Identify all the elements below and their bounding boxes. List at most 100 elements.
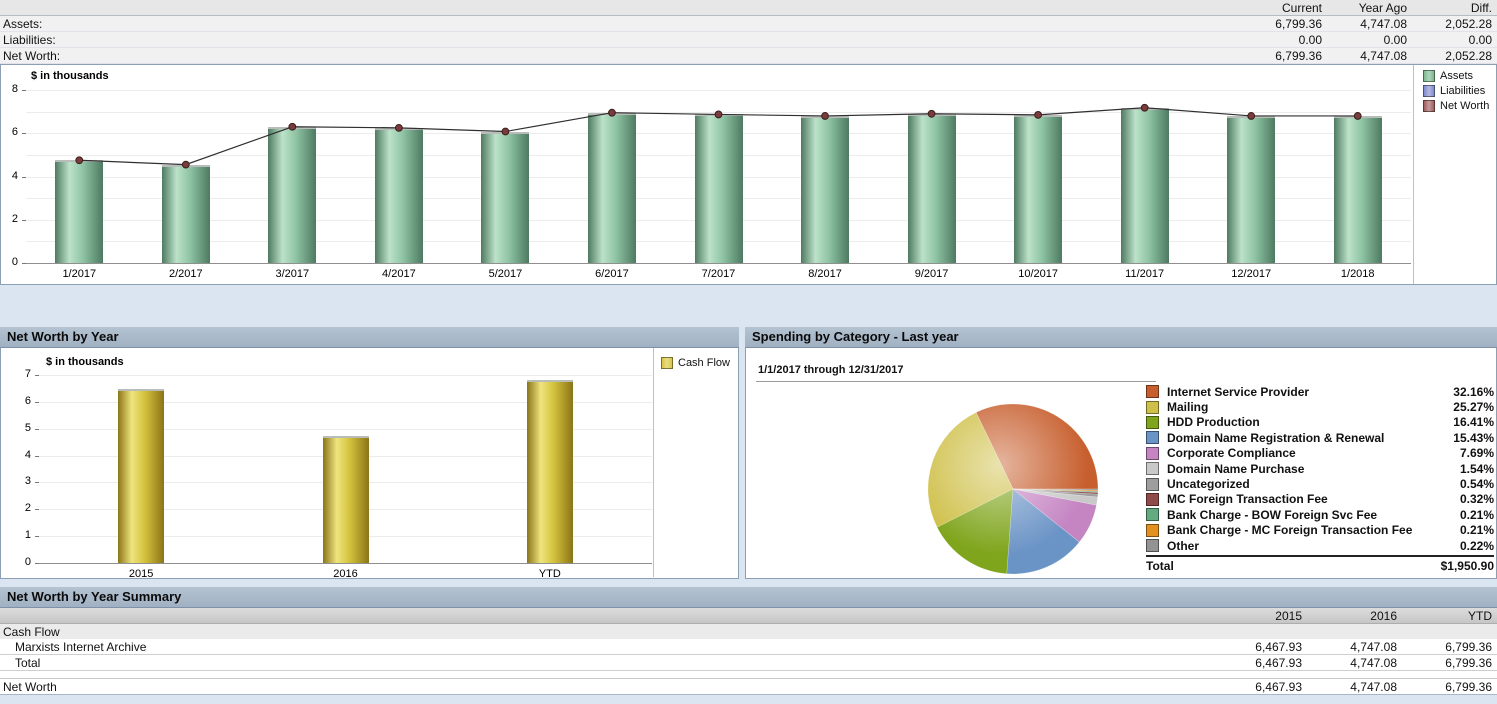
x-axis-label: YTD (448, 568, 652, 580)
spending-by-category-title: Spending by Category - Last year (752, 329, 959, 344)
net-worth-2015: 6,467.93 (1207, 680, 1302, 694)
bar-assets-10/2017[interactable] (1014, 115, 1062, 263)
y-axis-tick-label: 2 (1, 213, 18, 225)
bar-assets-11/2017[interactable] (1121, 108, 1169, 263)
bar-assets-8/2017[interactable] (801, 116, 849, 263)
bar-assets-12/2017[interactable] (1227, 116, 1275, 263)
assets-year-ago: 4,747.08 (1322, 17, 1407, 31)
category-swatch-icon (1146, 431, 1159, 444)
account-label[interactable]: Marxists Internet Archive (0, 640, 1207, 654)
net-worth-ytd: 6,799.36 (1397, 680, 1492, 694)
net-worth-summary-table: Current Year Ago Diff. Assets: 6,799.36 … (0, 0, 1497, 64)
y-axis-tick-label: 4 (1, 449, 31, 461)
legend-item-net-worth: Net Worth (1423, 99, 1489, 113)
x-axis-label: 3/2017 (239, 268, 346, 280)
bar-assets-6/2017[interactable] (588, 113, 636, 263)
summary-section-header: Net Worth by Year Summary (0, 587, 1497, 608)
assets-row: Assets: 6,799.36 4,747.08 2,052.28 (0, 16, 1497, 32)
legend-item-liabilities: Liabilities (1423, 84, 1489, 98)
assets-label: Assets: (0, 17, 1237, 31)
total-ytd: 6,799.36 (1397, 656, 1492, 670)
cash-flow-group-label: Cash Flow (0, 625, 1207, 639)
date-range-label: 1/1/2017 through 12/31/2017 (758, 364, 904, 376)
x-axis (26, 263, 1411, 264)
column-header-current: Current (1237, 1, 1322, 15)
total-label: Total (0, 656, 1207, 670)
net-worth-current: 6,799.36 (1237, 49, 1322, 63)
pie-total-label: Total (1146, 559, 1414, 573)
net-worth-2016: 4,747.08 (1302, 680, 1397, 694)
net-worth-row: Net Worth: 6,799.36 4,747.08 2,052.28 (0, 48, 1497, 64)
x-axis-label: 4/2017 (346, 268, 453, 280)
summary-column-header-row: 2015 2016 YTD (0, 608, 1497, 624)
category-label: Bank Charge - MC Foreign Transaction Fee (1167, 523, 1436, 537)
category-percentage: 25.27% (1436, 400, 1494, 414)
bar-assets-3/2017[interactable] (268, 127, 316, 263)
pie-legend: Internet Service Provider32.16%Mailing25… (1146, 384, 1494, 573)
account-row-marxists-internet-archive[interactable]: Marxists Internet Archive 6,467.93 4,747… (0, 639, 1497, 655)
y-axis-tick (35, 402, 39, 403)
bar-assets-2/2017[interactable] (162, 165, 210, 263)
category-percentage: 1.54% (1436, 462, 1494, 476)
y-axis-tick-label: 6 (1, 126, 18, 138)
pie-legend-item-mc-foreign-transaction-fee: MC Foreign Transaction Fee0.32% (1146, 492, 1494, 507)
assets-current: 6,799.36 (1237, 17, 1322, 31)
net-worth-label: Net Worth: (0, 49, 1237, 63)
category-swatch-icon (1146, 493, 1159, 506)
x-axis-label: 6/2017 (559, 268, 666, 280)
date-range-rule (756, 381, 1156, 382)
category-label: Mailing (1167, 400, 1436, 414)
bar-assets-7/2017[interactable] (695, 114, 743, 263)
y-axis-tick-label: 1 (1, 529, 31, 541)
column-header-year-ago: Year Ago (1322, 1, 1407, 15)
x-axis-label: 10/2017 (985, 268, 1092, 280)
category-label: Bank Charge - BOW Foreign Svc Fee (1167, 508, 1436, 522)
y-axis-tick-label: 8 (1, 83, 18, 95)
bar-assets-5/2017[interactable] (481, 132, 529, 263)
bar-assets-1/2018[interactable] (1334, 116, 1382, 263)
spacer (0, 671, 1497, 678)
bar-assets-4/2017[interactable] (375, 128, 423, 263)
yearly-chart-legend: Cash Flow (661, 356, 730, 371)
net-worth-by-year-summary-panel: Net Worth by Year Summary 2015 2016 YTD … (0, 587, 1497, 695)
y-axis-tick-label: 3 (1, 475, 31, 487)
gridline (26, 90, 1411, 91)
category-percentage: 0.21% (1436, 508, 1494, 522)
monthly-bar-chart: 024681/20172/20173/20174/20175/20176/201… (1, 65, 1497, 284)
account-2015: 6,467.93 (1207, 640, 1302, 654)
category-percentage: 32.16% (1436, 385, 1494, 399)
category-swatch-icon (1146, 478, 1159, 491)
pie-legend-item-uncategorized: Uncategorized0.54% (1146, 476, 1494, 491)
category-percentage: 16.41% (1436, 415, 1494, 429)
category-swatch-icon (1146, 447, 1159, 460)
bar-assets-9/2017[interactable] (908, 114, 956, 263)
y-axis-tick (35, 429, 39, 430)
bar-assets-1/2017[interactable] (55, 160, 103, 263)
yearly-bar-chart: 0123456720152016YTD (1, 348, 738, 577)
spending-by-category-header: Spending by Category - Last year (745, 327, 1497, 348)
y-axis-tick (22, 90, 26, 91)
category-percentage: 7.69% (1436, 446, 1494, 460)
total-2016: 4,747.08 (1302, 656, 1397, 670)
gridline (26, 112, 1411, 113)
category-swatch-icon (1146, 539, 1159, 552)
net-worth-summary-label: Net Worth (0, 680, 1207, 694)
bar-cash-flow-2016[interactable] (323, 436, 369, 563)
column-header-2016: 2016 (1302, 609, 1397, 623)
category-swatch-icon (1146, 401, 1159, 414)
liabilities-current: 0.00 (1237, 33, 1322, 47)
y-axis-tick (35, 375, 39, 376)
category-label: Domain Name Registration & Renewal (1167, 431, 1436, 445)
bar-cash-flow-2015[interactable] (118, 389, 164, 563)
summary-header-row: Current Year Ago Diff. (0, 0, 1497, 16)
y-axis-tick (35, 482, 39, 483)
assets-swatch-icon (1423, 70, 1435, 82)
pie-legend-item-bank-charge-mc-foreign-transaction-fee: Bank Charge - MC Foreign Transaction Fee… (1146, 523, 1494, 538)
category-label: Domain Name Purchase (1167, 462, 1436, 476)
bar-cash-flow-YTD[interactable] (527, 380, 573, 563)
spending-by-category-panel: Spending by Category - Last year 1/1/201… (745, 327, 1497, 579)
column-header-2015: 2015 (1207, 609, 1302, 623)
total-2015: 6,467.93 (1207, 656, 1302, 670)
category-percentage: 0.21% (1436, 523, 1494, 537)
pie-legend-item-bank-charge-bow-foreign-svc-fee: Bank Charge - BOW Foreign Svc Fee0.21% (1146, 507, 1494, 522)
